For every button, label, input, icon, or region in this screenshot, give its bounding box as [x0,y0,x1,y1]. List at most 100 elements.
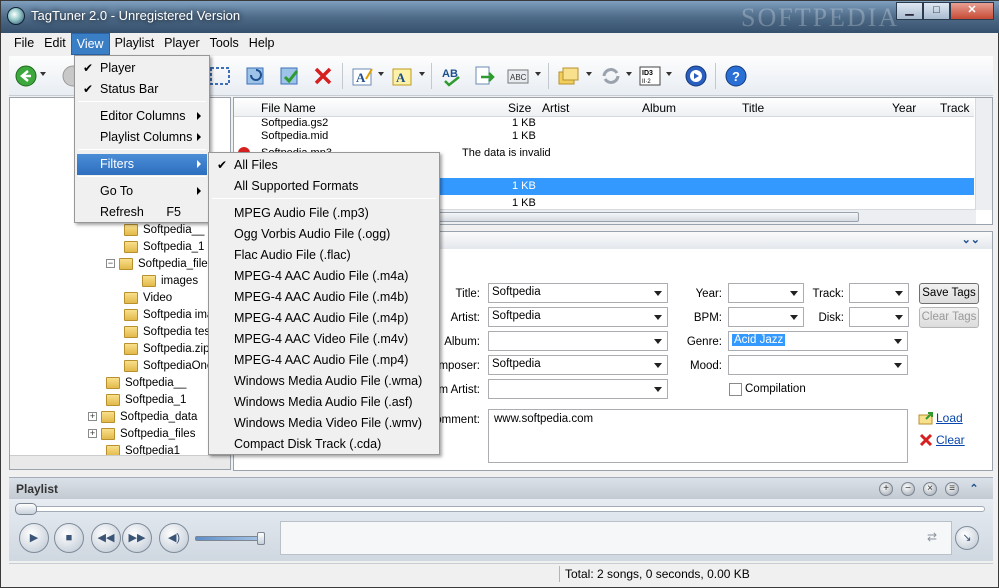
help-icon[interactable]: ? [725,65,747,87]
clear-tags-button[interactable]: Clear Tags [919,307,979,328]
menu-tools[interactable]: Tools [205,33,244,55]
menu-player[interactable]: Player [159,33,204,55]
view-menu-playlist-columns[interactable]: Playlist Columns [77,127,207,148]
artist-combo[interactable]: Softpedia [488,307,668,327]
close-button[interactable]: ✕ [950,2,994,20]
composer-combo[interactable]: Softpedia [488,355,668,375]
shuffle-icon[interactable]: ⇄ [927,530,937,544]
format-tags-icon[interactable]: A [392,65,414,87]
previous-button[interactable]: ◀◀ [91,523,121,553]
file-list-vertical-scrollbar[interactable] [975,98,992,210]
view-menu-filters[interactable]: Filters [77,154,207,175]
column-header-year[interactable]: Year [892,101,916,115]
view-menu-player[interactable]: ✔ Player [77,58,207,79]
scroll-thumb[interactable] [394,212,859,222]
minimize-button[interactable]: ▁ [896,2,923,20]
select-area-icon[interactable] [209,65,231,87]
back-dropdown-icon[interactable] [40,72,46,76]
title-combo[interactable]: Softpedia [488,283,668,303]
rename-dropdown-icon[interactable] [535,72,541,76]
tree-item[interactable]: images [142,272,198,289]
collapse-panel-icon[interactable]: ⌄⌄ [962,233,980,246]
filter-wma[interactable]: Windows Media Audio File (.wma) [211,371,437,392]
filter-all-files[interactable]: ✔ All Files [211,155,437,176]
folders-dropdown-icon[interactable] [586,72,592,76]
tree-item[interactable]: + Softpedia_data [88,408,197,425]
view-menu-refresh[interactable]: Refresh F5 [77,202,207,223]
view-menu-status-bar[interactable]: ✔ Status Bar [77,79,207,100]
media-player-icon[interactable] [685,65,707,87]
filter-m4a[interactable]: MPEG-4 AAC Audio File (.m4a) [211,266,437,287]
tree-horizontal-scrollbar[interactable] [10,455,230,469]
file-row[interactable]: Softpedia.mid 1 KB [234,128,974,145]
tree-item[interactable]: Softpedia test [124,323,213,340]
volume-slider[interactable] [195,536,263,541]
playlist-area[interactable]: ⇄ [280,521,952,555]
tree-item[interactable]: + Softpedia_files [88,425,195,442]
volume-icon[interactable]: ◀) [159,523,189,553]
expand-playlist-icon[interactable]: ⌃ [967,482,981,496]
filter-asf[interactable]: Windows Media Audio File (.asf) [211,392,437,413]
menu-file[interactable]: File [9,33,39,55]
refresh-tags-icon[interactable] [245,65,267,87]
seek-thumb[interactable] [15,503,37,515]
album-artist-combo[interactable] [488,379,668,399]
menu-view[interactable]: View [70,33,110,55]
format-tags-dropdown-icon[interactable] [419,72,425,76]
tree-item[interactable]: Softpedia__ [106,374,186,391]
text-case-dropdown-icon[interactable] [378,72,384,76]
id3-tag-icon[interactable]: ID3 II·2 [639,65,661,87]
album-combo[interactable] [488,331,668,351]
filter-all-supported[interactable]: All Supported Formats [211,176,437,197]
go-down-icon[interactable]: ↘ [955,526,979,550]
spell-check-icon[interactable]: AB [441,65,463,87]
filter-mp3[interactable]: MPEG Audio File (.mp3) [211,203,437,224]
expand-icon[interactable]: + [88,412,97,421]
playlist-options-icon[interactable]: ≡ [945,482,959,496]
import-tags-icon[interactable] [473,65,495,87]
save-tags-button[interactable]: Save Tags [919,283,979,304]
disk-combo[interactable] [849,307,909,327]
view-menu-editor-columns[interactable]: Editor Columns [77,106,207,127]
tree-item[interactable]: − Softpedia_files [106,255,213,272]
playlist-remove-icon[interactable]: − [901,482,915,496]
filter-ogg[interactable]: Ogg Vorbis Audio File (.ogg) [211,224,437,245]
expand-icon[interactable]: + [88,429,97,438]
filter-flac[interactable]: Flac Audio File (.flac) [211,245,437,266]
tree-item[interactable]: Softpedia__ [124,221,204,238]
save-tags-icon[interactable] [279,65,301,87]
menu-help[interactable]: Help [244,33,280,55]
year-combo[interactable] [728,283,804,303]
track-combo[interactable] [849,283,909,303]
filter-m4p[interactable]: MPEG-4 AAC Audio File (.m4p) [211,308,437,329]
column-header-album[interactable]: Album [642,101,676,115]
load-link[interactable]: Load [936,411,963,425]
view-menu-go-to[interactable]: Go To [77,181,207,202]
sync-icon[interactable] [600,65,622,87]
playlist-add-icon[interactable]: + [879,482,893,496]
delete-icon[interactable] [312,65,334,87]
column-header-track[interactable]: Track [940,101,970,115]
clear-icon[interactable] [918,432,934,448]
playlist-clear-icon[interactable]: × [923,482,937,496]
menu-playlist[interactable]: Playlist [110,33,160,55]
filter-m4v[interactable]: MPEG-4 AAC Video File (.m4v) [211,329,437,350]
volume-thumb[interactable] [257,532,265,545]
column-header-size[interactable]: Size [508,101,531,115]
filter-cda[interactable]: Compact Disk Track (.cda) [211,434,437,455]
compilation-checkbox[interactable] [729,383,742,396]
menu-edit[interactable]: Edit [39,33,71,55]
stop-button[interactable]: ■ [54,523,84,553]
filter-mp4[interactable]: MPEG-4 AAC Audio File (.mp4) [211,350,437,371]
bpm-combo[interactable] [728,307,804,327]
load-folder-icon[interactable] [918,410,934,426]
column-header-file-name[interactable]: File Name [261,101,316,115]
tree-item[interactable]: Softpedia.zip [124,340,210,357]
comment-textarea[interactable]: www.softpedia.com [488,409,908,463]
play-button[interactable]: ▶ [19,523,49,553]
tree-item[interactable]: Video [124,289,172,306]
id3-dropdown-icon[interactable] [666,72,672,76]
seek-bar[interactable] [15,506,985,512]
back-icon[interactable] [15,65,37,87]
tree-item[interactable]: SoftpediaOne [124,357,213,374]
